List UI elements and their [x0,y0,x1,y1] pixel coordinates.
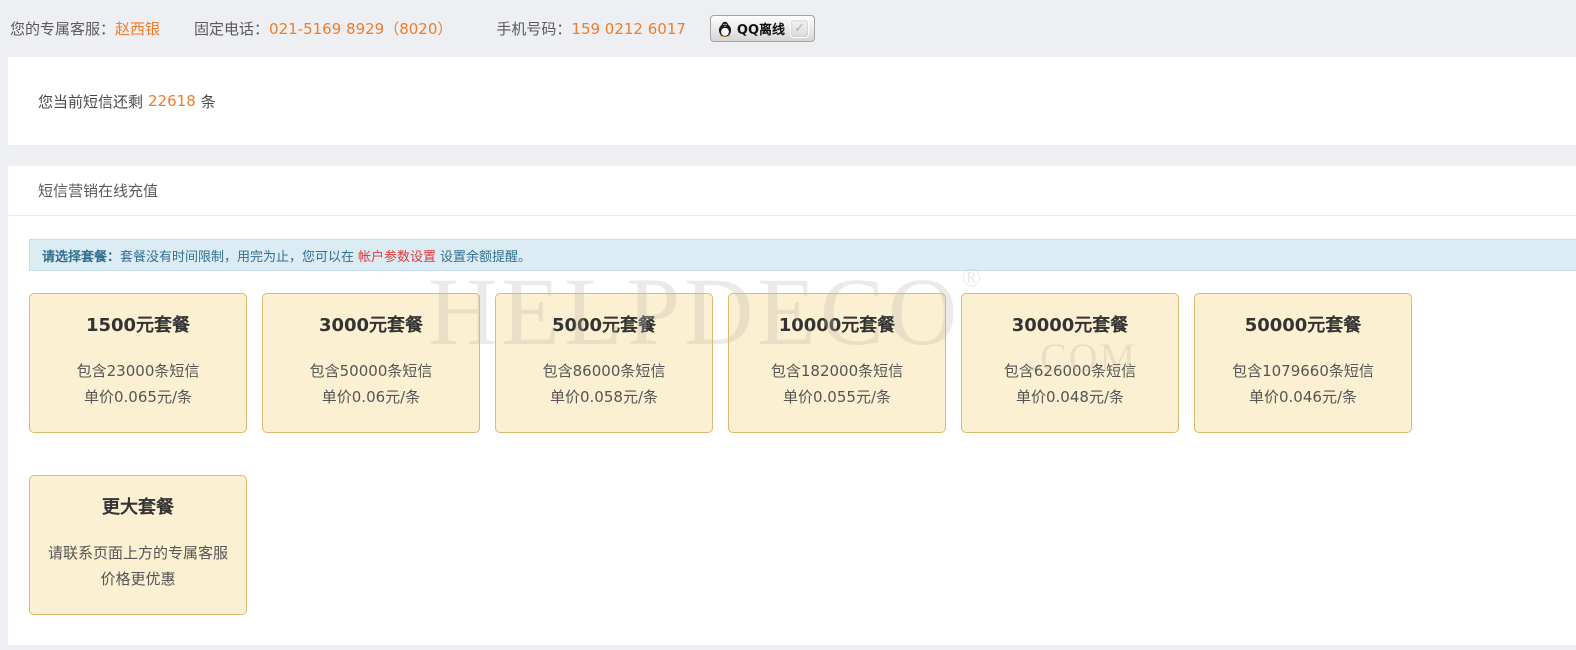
package-unit-price: 单价0.046元/条 [1203,384,1403,410]
mobile-label: 手机号码： [496,18,571,39]
landline-phone: 固定电话： 021-5169 8929（8020） [194,18,452,39]
notice-bold: 请选择套餐： [42,246,120,265]
mobile-phone: 手机号码： 159 0212 6017 [496,18,686,39]
package-notice: 请选择套餐： 套餐没有时间限制，用完为止，您可以在 帐户参数设置 设置余额提醒。 [29,239,1576,271]
qq-button-label: QQ离线 [737,19,785,38]
package-card-50000[interactable]: 50000元套餐 包含1079660条短信 单价0.046元/条 [1194,293,1412,433]
recharge-panel: 短信营销在线充值 请选择套餐： 套餐没有时间限制，用完为止，您可以在 帐户参数设… [8,166,1576,645]
phone-value: 021-5169 8929（8020） [269,18,452,39]
package-discount-line: 价格更优惠 [38,566,238,592]
mobile-value: 159 0212 6017 [571,20,686,38]
package-included: 包含86000条短信 [504,358,704,384]
package-contact-line: 请联系页面上方的专属客服 [38,540,238,566]
package-included: 包含182000条短信 [737,358,937,384]
package-unit-price: 单价0.06元/条 [271,384,471,410]
notice-text-before: 套餐没有时间限制，用完为止，您可以在 [120,246,354,265]
service-name: 赵西银 [115,18,160,39]
package-unit-price: 单价0.058元/条 [504,384,704,410]
package-included: 包含23000条短信 [38,358,238,384]
package-card-30000[interactable]: 30000元套餐 包含626000条短信 单价0.048元/条 [961,293,1179,433]
qq-penguin-icon [717,21,733,37]
panel-gap [0,145,1576,166]
package-card-5000[interactable]: 5000元套餐 包含86000条短信 单价0.058元/条 [495,293,713,433]
balance-count: 22618 [148,92,196,110]
package-title: 3000元套餐 [271,311,471,337]
package-unit-price: 单价0.055元/条 [737,384,937,410]
package-card-larger[interactable]: 更大套餐 请联系页面上方的专属客服 价格更优惠 [29,475,247,615]
dedicated-service: 您的专属客服： 赵西银 [10,18,160,39]
service-label: 您的专属客服： [10,18,115,39]
package-title: 50000元套餐 [1203,311,1403,337]
package-title: 1500元套餐 [38,311,238,337]
notice-text-after: 设置余额提醒。 [440,246,531,265]
package-unit-price: 单价0.065元/条 [38,384,238,410]
recharge-body: 请选择套餐： 套餐没有时间限制，用完为止，您可以在 帐户参数设置 设置余额提醒。… [8,216,1576,615]
package-included: 包含50000条短信 [271,358,471,384]
package-card-1500[interactable]: 1500元套餐 包含23000条短信 单价0.065元/条 [29,293,247,433]
sms-balance-panel: 您当前短信还剩 22618 条 [8,57,1576,145]
qq-contact-button[interactable]: QQ离线 ✓ [710,15,815,42]
balance-suffix: 条 [201,91,216,112]
package-card-10000[interactable]: 10000元套餐 包含182000条短信 单价0.055元/条 [728,293,946,433]
checkmark-icon: ✓ [790,19,809,38]
balance-prefix: 您当前短信还剩 [38,91,143,112]
package-title: 30000元套餐 [970,311,1170,337]
account-settings-link[interactable]: 帐户参数设置 [358,246,436,265]
topbar: 您的专属客服： 赵西银 固定电话： 021-5169 8929（8020） 手机… [0,0,1576,57]
package-title: 5000元套餐 [504,311,704,337]
package-title: 更大套餐 [38,493,238,519]
recharge-title: 短信营销在线充值 [8,166,1576,216]
phone-label: 固定电话： [194,18,269,39]
package-included: 包含626000条短信 [970,358,1170,384]
package-cards: 1500元套餐 包含23000条短信 单价0.065元/条 3000元套餐 包含… [29,293,1449,615]
package-unit-price: 单价0.048元/条 [970,384,1170,410]
package-included: 包含1079660条短信 [1203,358,1403,384]
package-card-3000[interactable]: 3000元套餐 包含50000条短信 单价0.06元/条 [262,293,480,433]
package-title: 10000元套餐 [737,311,937,337]
